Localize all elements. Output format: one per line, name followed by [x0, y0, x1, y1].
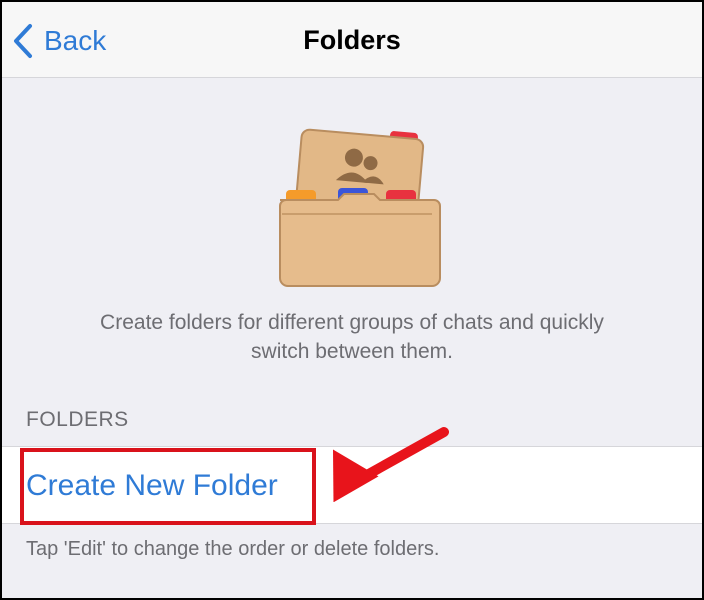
description-line-1: Create folders for different groups of c…: [100, 311, 604, 334]
folders-description: Create folders for different groups of c…: [42, 308, 662, 366]
description-line-2: switch between them.: [251, 340, 453, 363]
page-title: Folders: [303, 24, 401, 55]
navigation-bar: Back Folders: [2, 2, 702, 78]
folders-footer-hint: Tap 'Edit' to change the order or delete…: [26, 538, 440, 560]
screen: Back Folders Create folders for differen…: [2, 2, 702, 598]
arrow-annotation-icon: [333, 427, 449, 502]
highlight-annotation-box: [20, 448, 316, 525]
folders-section-header: FOLDERS: [26, 408, 129, 431]
folders-illustration-icon: [279, 128, 441, 287]
